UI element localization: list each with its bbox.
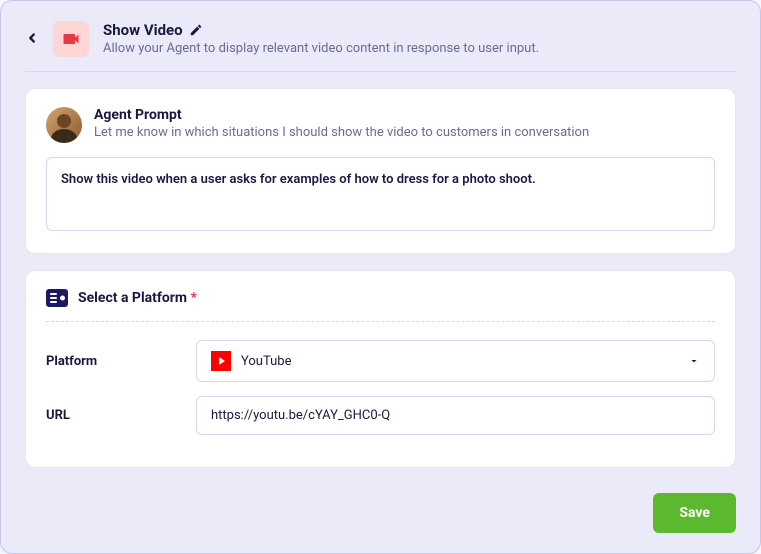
chevron-down-icon	[688, 355, 700, 367]
list-icon	[46, 289, 68, 307]
prompt-title: Agent Prompt	[94, 107, 589, 123]
prompt-textarea[interactable]: Show this video when a user asks for exa…	[46, 157, 715, 231]
page-subtitle: Allow your Agent to display relevant vid…	[103, 41, 736, 56]
page-title: Show Video	[103, 21, 183, 39]
platform-card: Select a Platform * Platform YouTube URL	[25, 270, 736, 468]
footer: Save	[25, 479, 736, 533]
youtube-icon	[211, 351, 231, 371]
prompt-header: Agent Prompt Let me know in which situat…	[46, 107, 715, 143]
prompt-header-text: Agent Prompt Let me know in which situat…	[94, 107, 589, 140]
agent-avatar	[46, 107, 82, 143]
page-header: Show Video Allow your Agent to display r…	[25, 21, 736, 72]
prompt-description: Let me know in which situations I should…	[94, 125, 589, 140]
section-title: Select a Platform *	[78, 290, 197, 306]
video-icon	[61, 29, 81, 49]
header-text: Show Video Allow your Agent to display r…	[103, 21, 736, 56]
video-feature-icon	[53, 21, 89, 57]
url-label: URL	[46, 408, 176, 423]
platform-value: YouTube	[241, 354, 678, 369]
url-input[interactable]	[196, 396, 715, 435]
required-marker: *	[191, 290, 197, 306]
title-row: Show Video	[103, 21, 736, 39]
section-title-text: Select a Platform	[78, 290, 187, 306]
save-button[interactable]: Save	[653, 493, 736, 533]
url-row: URL	[46, 396, 715, 435]
platform-select[interactable]: YouTube	[196, 340, 715, 382]
edit-icon[interactable]	[189, 23, 203, 37]
back-button[interactable]	[25, 21, 39, 50]
section-title-row: Select a Platform *	[46, 289, 715, 322]
page-container: Show Video Allow your Agent to display r…	[0, 0, 761, 554]
agent-prompt-card: Agent Prompt Let me know in which situat…	[25, 88, 736, 254]
platform-row: Platform YouTube	[46, 340, 715, 382]
platform-label: Platform	[46, 354, 176, 369]
